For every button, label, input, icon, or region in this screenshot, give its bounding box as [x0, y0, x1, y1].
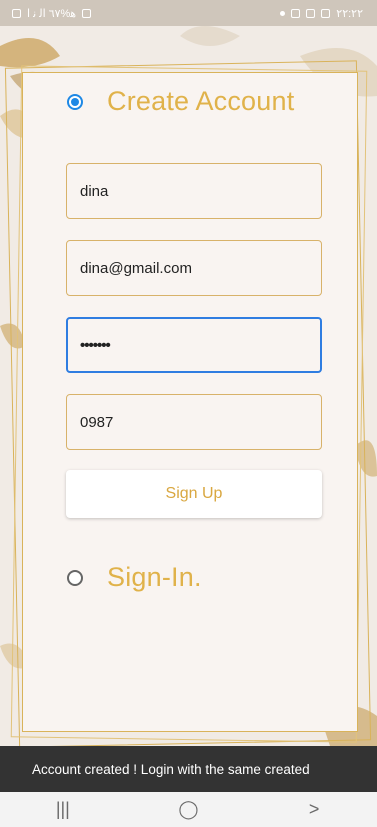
- password-field[interactable]: •••••••: [66, 317, 322, 373]
- email-value: dina@gmail.com: [80, 259, 192, 277]
- password-value: •••••••: [80, 336, 111, 354]
- signin-option[interactable]: Sign-In.: [67, 562, 202, 593]
- home-icon[interactable]: ◯: [158, 799, 218, 820]
- whatsapp-icon: [291, 8, 301, 18]
- signin-radio[interactable]: [67, 569, 83, 586]
- create-account-option[interactable]: Create Account: [67, 86, 294, 117]
- back-icon[interactable]: >: [284, 799, 344, 820]
- phone-field[interactable]: 0987: [66, 394, 322, 450]
- signup-button[interactable]: Sign Up: [66, 470, 322, 518]
- dot-icon: [280, 10, 286, 16]
- status-left: ﻫ%٦٧ ﺍﻟ ﻧ ﺍ: [12, 7, 92, 20]
- status-time: ٢٢:٢٢: [336, 7, 363, 20]
- status-bar: ﻫ%٦٧ ﺍﻟ ﻧ ﺍ ٢٢:٢٢: [0, 0, 377, 26]
- name-value: dina: [80, 182, 109, 200]
- recent-apps-icon[interactable]: |||: [33, 799, 93, 820]
- status-left-text: ﻫ%٦٧ ﺍﻟ ﻧ ﺍ: [27, 7, 77, 20]
- phone-value: 0987: [80, 413, 114, 431]
- signup-button-label: Sign Up: [165, 485, 223, 502]
- dnd-icon: [321, 8, 331, 18]
- notification-icon: [82, 8, 92, 18]
- status-right: ٢٢:٢٢: [280, 7, 363, 20]
- image-icon: [306, 8, 316, 18]
- email-field[interactable]: dina@gmail.com: [66, 240, 322, 296]
- system-navbar: ||| ◯ >: [0, 792, 377, 827]
- signal-icon: [12, 8, 21, 18]
- create-account-radio[interactable]: [67, 93, 83, 110]
- name-field[interactable]: dina: [66, 163, 322, 219]
- create-account-label: Create Account: [107, 86, 295, 116]
- snackbar-message: Account created ! Login with the same cr…: [32, 761, 310, 777]
- signin-label: Sign-In.: [107, 562, 202, 592]
- snackbar: Account created ! Login with the same cr…: [0, 746, 377, 792]
